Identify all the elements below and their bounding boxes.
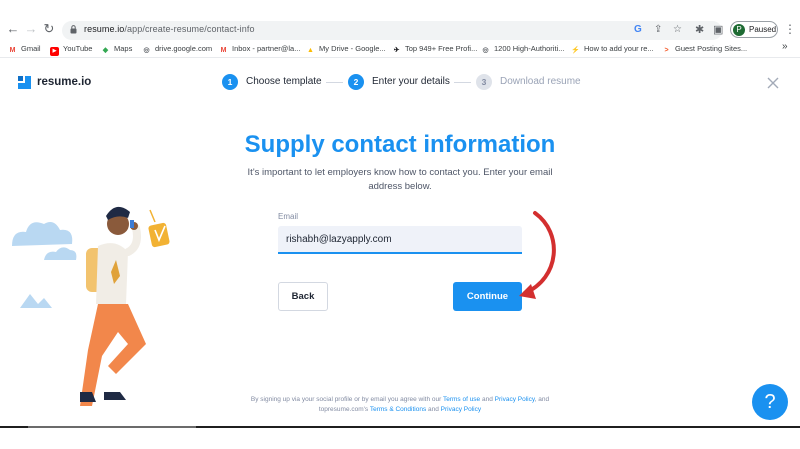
terms-conditions-link[interactable]: Terms & Conditions bbox=[370, 406, 426, 413]
bookmark-icon: ✈ bbox=[393, 47, 400, 54]
bookmark-youtube[interactable]: ▶ YouTube bbox=[50, 44, 92, 56]
bookmark-how-to-add[interactable]: ⚡ How to add your re... bbox=[571, 44, 654, 55]
side-panel-icon[interactable]: ▣ bbox=[713, 24, 723, 36]
step-number: 1 bbox=[222, 74, 238, 90]
back-button[interactable]: Back bbox=[278, 282, 328, 311]
globe-icon: ◎ bbox=[143, 47, 150, 54]
profile-button[interactable]: P Paused bbox=[730, 21, 778, 38]
privacy-policy-link-2[interactable]: Privacy Policy bbox=[441, 406, 481, 413]
bookmark-my-drive[interactable]: ▲ My Drive - Google... bbox=[306, 44, 386, 55]
bookmark-label: 1200 High-Authoriti... bbox=[494, 44, 565, 53]
bookmark-guest-posting[interactable]: > Guest Posting Sites... bbox=[662, 44, 747, 55]
bookmark-label: Inbox - partner@la... bbox=[232, 44, 301, 53]
person-on-phone-illustration bbox=[12, 206, 170, 406]
page-title: Supply contact information bbox=[244, 131, 556, 158]
drive-icon: ▲ bbox=[307, 47, 314, 54]
bookmarks-bar: M Gmail ▶ YouTube ◆ Maps ◎ drive.google.com … bbox=[0, 40, 800, 58]
gmail-icon: M bbox=[9, 47, 16, 54]
resume-builder-page: resume.io 1 Choose template 2 Enter your… bbox=[0, 58, 800, 426]
chevron-icon: > bbox=[664, 47, 669, 54]
more-menu-icon[interactable]: ⋮ bbox=[784, 23, 796, 35]
resume-logo-icon bbox=[18, 76, 31, 89]
bookmark-label: drive.google.com bbox=[155, 44, 213, 53]
forward-arrow-icon[interactable]: → bbox=[24, 22, 38, 36]
bookmark-maps[interactable]: ◆ Maps bbox=[101, 44, 133, 55]
share-icon[interactable]: ⇪ bbox=[654, 24, 662, 36]
step-label: Enter your details bbox=[372, 76, 450, 87]
email-label: Email bbox=[278, 212, 299, 221]
more-bookmarks-icon[interactable]: » bbox=[782, 42, 788, 52]
url-path: /app/create-resume/contact-info bbox=[124, 24, 255, 34]
bolt-icon: ⚡ bbox=[571, 47, 580, 54]
bookmark-label: Top 949+ Free Profi... bbox=[405, 44, 478, 53]
terms-part: By signing up via your social profile or… bbox=[250, 396, 443, 403]
terms-part: and bbox=[480, 396, 495, 403]
back-arrow-icon[interactable]: ← bbox=[6, 22, 20, 36]
bookmark-label: Guest Posting Sites... bbox=[675, 44, 748, 53]
terms-part: and bbox=[426, 406, 441, 413]
step-connector bbox=[454, 82, 471, 83]
divider-segment bbox=[28, 426, 196, 428]
globe-icon: ◎ bbox=[482, 47, 489, 54]
url-host: resume.io bbox=[84, 24, 125, 34]
bookmark-inbox[interactable]: M Inbox - partner@la... bbox=[219, 44, 301, 55]
help-button[interactable]: ? bbox=[752, 384, 788, 420]
step-label: Choose template bbox=[246, 76, 322, 87]
page-subtitle: It's important to let employers know how… bbox=[247, 167, 553, 192]
bookmark-1200-high[interactable]: ◎ 1200 High-Authoriti... bbox=[481, 44, 564, 55]
bookmark-label: My Drive - Google... bbox=[319, 44, 386, 53]
annotation-arrow bbox=[519, 211, 556, 299]
lock-icon[interactable] bbox=[70, 25, 77, 34]
step-label: Download resume bbox=[500, 76, 581, 87]
reload-icon[interactable]: ↻ bbox=[42, 22, 56, 36]
bookmark-drive-google[interactable]: ◎ drive.google.com bbox=[142, 44, 212, 55]
bookmark-star-icon[interactable]: ☆ bbox=[673, 24, 682, 36]
close-icon[interactable] bbox=[766, 76, 780, 90]
logo-text: resume.io bbox=[37, 76, 92, 88]
bookmark-top-949[interactable]: ✈ Top 949+ Free Profi... bbox=[392, 44, 478, 55]
email-field[interactable] bbox=[278, 226, 522, 254]
step-number: 2 bbox=[348, 74, 364, 90]
bottom-edge bbox=[0, 426, 800, 449]
address-bar[interactable]: resume.io/app/create-resume/contact-info… bbox=[62, 21, 722, 40]
url-text[interactable]: resume.io/app/create-resume/contact-info bbox=[84, 24, 255, 34]
gmail-icon: M bbox=[220, 47, 227, 54]
bookmark-label: How to add your re... bbox=[584, 44, 654, 53]
terms-text: By signing up via your social profile or… bbox=[238, 395, 562, 415]
bookmark-label: Maps bbox=[114, 44, 133, 53]
google-translate-icon[interactable]: G bbox=[634, 24, 642, 36]
extensions-puzzle-icon[interactable]: ✱ bbox=[695, 24, 704, 36]
youtube-icon: ▶ bbox=[50, 47, 59, 56]
bookmark-label: Gmail bbox=[21, 44, 41, 53]
browser-toolbar: ← → ↻ resume.io/app/create-resume/contac… bbox=[0, 0, 800, 40]
avatar: P bbox=[733, 23, 745, 36]
maps-icon: ◆ bbox=[102, 47, 109, 54]
privacy-policy-link[interactable]: Privacy Policy bbox=[495, 396, 535, 403]
bookmark-label: YouTube bbox=[63, 44, 93, 53]
step-number: 3 bbox=[476, 74, 492, 90]
bookmark-gmail[interactable]: M Gmail bbox=[8, 44, 41, 55]
profile-status: Paused bbox=[749, 25, 777, 34]
step-connector bbox=[326, 82, 343, 83]
terms-of-use-link[interactable]: Terms of use bbox=[443, 396, 480, 403]
